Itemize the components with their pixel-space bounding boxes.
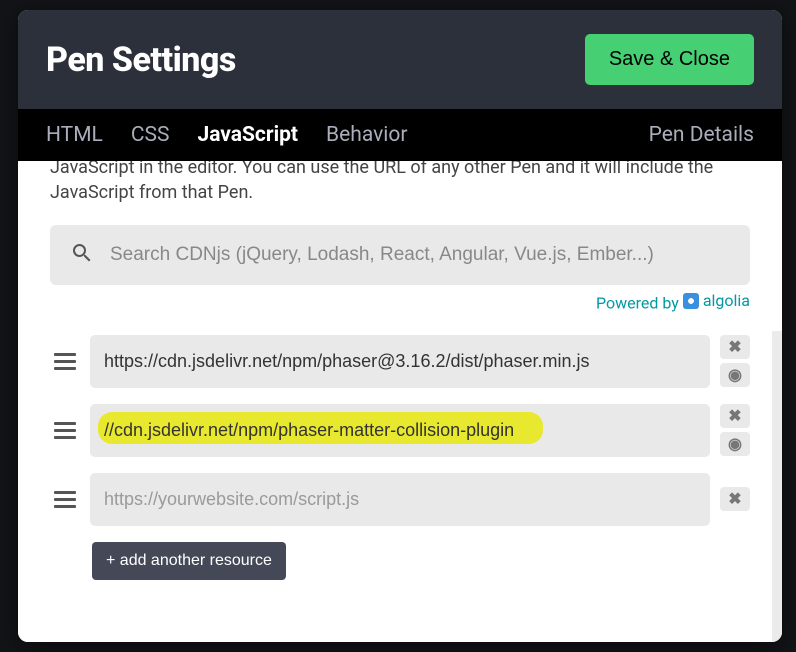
resource-row: ✖ (50, 473, 750, 526)
drag-handle-icon[interactable] (50, 487, 80, 512)
pen-settings-modal: Pen Settings Save & Close HTML CSS JavaS… (18, 10, 782, 642)
tab-javascript[interactable]: JavaScript (197, 109, 312, 161)
eye-icon: ◉ (728, 434, 742, 454)
algolia-badge[interactable]: algolia (683, 291, 750, 310)
remove-resource-button[interactable]: ✖ (720, 404, 750, 428)
settings-content: JavaScript in the editor. You can use th… (18, 161, 782, 642)
remove-resource-button[interactable]: ✖ (720, 335, 750, 359)
close-icon: ✖ (728, 337, 741, 357)
resource-url-input[interactable] (90, 473, 710, 526)
tab-html[interactable]: HTML (46, 109, 117, 161)
save-close-button[interactable]: Save & Close (585, 34, 754, 85)
close-icon: ✖ (728, 489, 741, 509)
section-description: JavaScript in the editor. You can use th… (50, 161, 750, 205)
modal-header: Pen Settings Save & Close (18, 10, 782, 109)
preview-resource-button[interactable]: ◉ (720, 363, 750, 387)
scrollbar[interactable] (772, 331, 782, 642)
preview-resource-button[interactable]: ◉ (720, 432, 750, 456)
cdn-search-box[interactable] (50, 225, 750, 285)
tab-behavior[interactable]: Behavior (326, 109, 421, 161)
add-resource-button[interactable]: + add another resource (92, 542, 286, 580)
tab-css[interactable]: CSS (131, 109, 184, 161)
eye-icon: ◉ (728, 365, 742, 385)
modal-title: Pen Settings (46, 40, 236, 80)
algolia-text: algolia (703, 291, 750, 310)
resource-row: ✖ ◉ (50, 335, 750, 388)
algolia-logo-icon (683, 293, 699, 309)
drag-handle-icon[interactable] (50, 418, 80, 443)
drag-handle-icon[interactable] (50, 349, 80, 374)
close-icon: ✖ (728, 406, 741, 426)
resource-url-input[interactable] (90, 404, 710, 457)
resource-row: ✖ ◉ (50, 404, 750, 457)
tab-pen-details[interactable]: Pen Details (649, 109, 754, 161)
remove-resource-button[interactable]: ✖ (720, 487, 750, 511)
cdn-search-input[interactable] (110, 244, 730, 266)
powered-by: Powered by algolia (50, 291, 750, 313)
search-icon (70, 241, 94, 269)
resource-url-input[interactable] (90, 335, 710, 388)
powered-by-label: Powered by (596, 294, 679, 313)
settings-tabs: HTML CSS JavaScript Behavior Pen Details (18, 109, 782, 161)
